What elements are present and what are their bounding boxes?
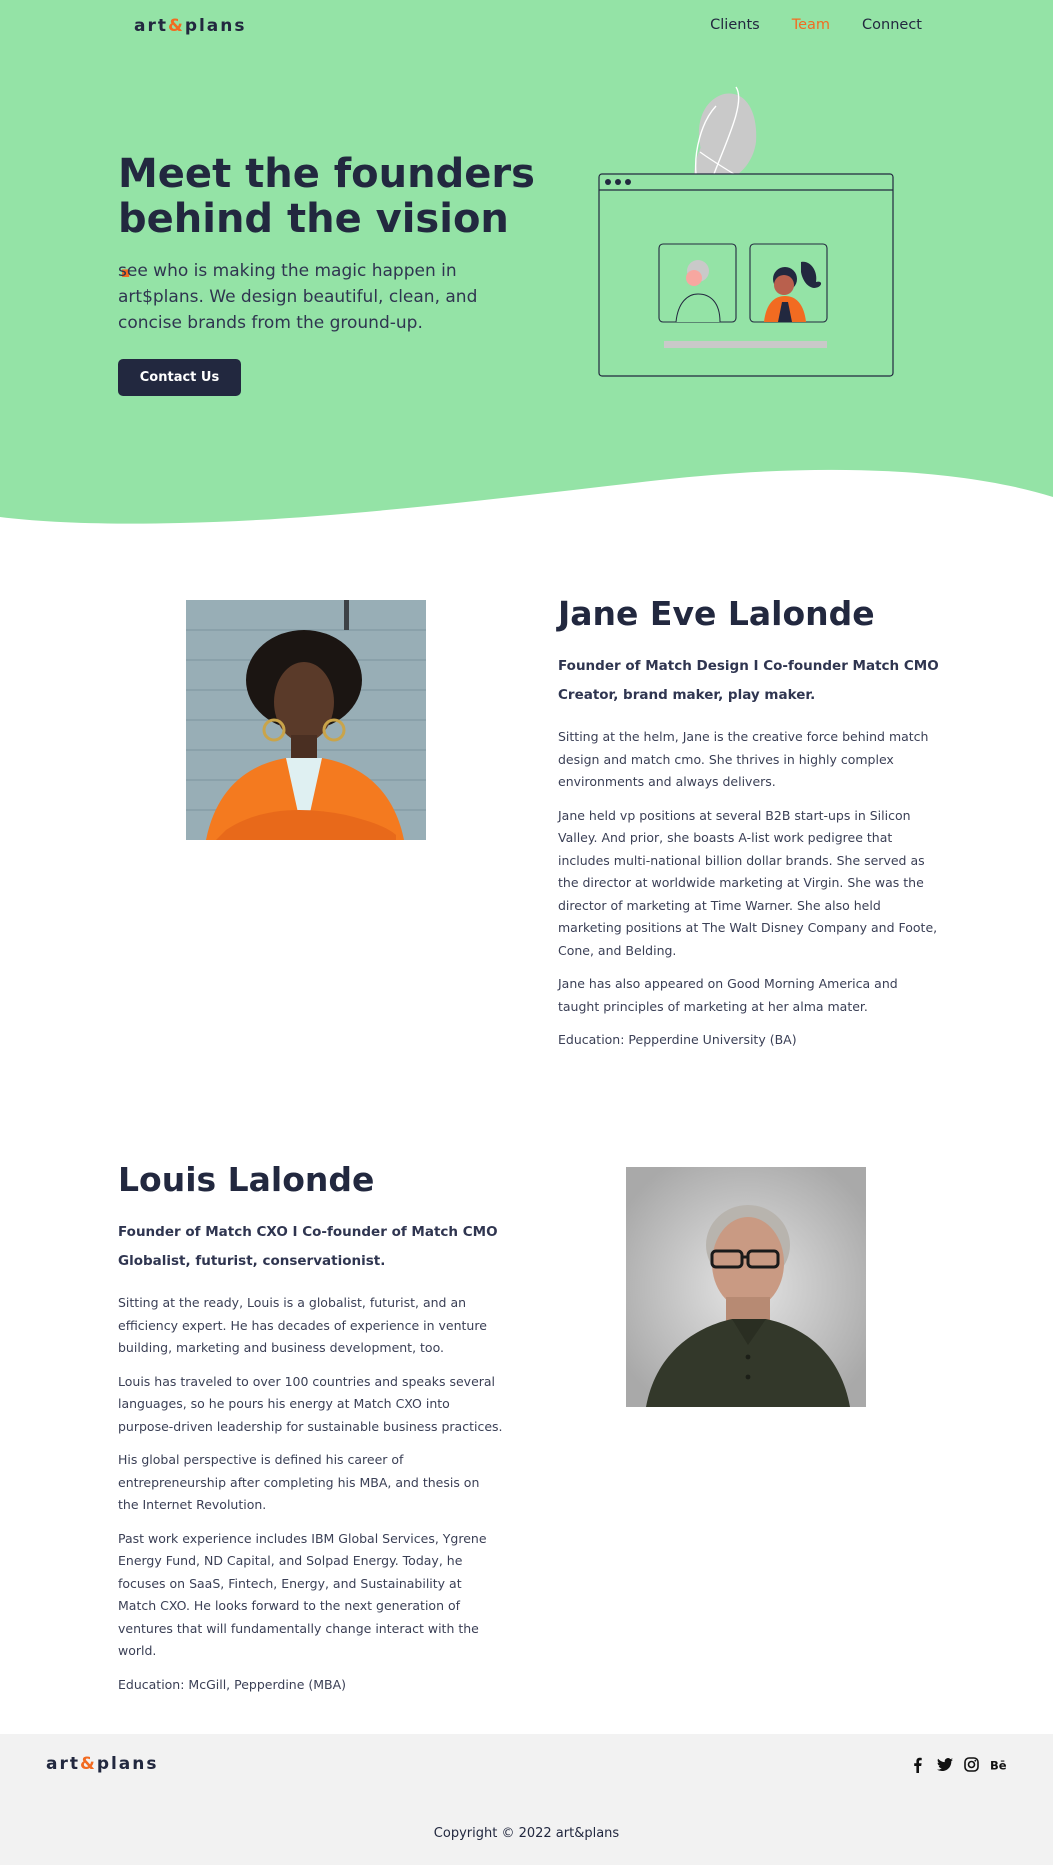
- hero-title-line1: Meet the founders: [118, 151, 535, 197]
- svg-text:Bē: Bē: [990, 1759, 1007, 1771]
- louis-photo: [626, 1167, 866, 1407]
- louis-name: Louis Lalonde: [118, 1160, 375, 1199]
- louis-bio-paragraph: His global perspective is defined his ca…: [118, 1452, 480, 1512]
- jane-bio: Sitting at the helm, Jane is the creativ…: [558, 726, 938, 1063]
- logo-text-start: art: [46, 1754, 80, 1774]
- hero-subtitle: see who is making the magic happen in ar…: [118, 261, 478, 333]
- leaf-decoration: [694, 86, 757, 175]
- louis-role-tagline: Globalist, futurist, conservationist.: [118, 1253, 386, 1269]
- logo-ampersand: &: [79, 1754, 97, 1774]
- louis-education: Education: McGill, Pepperdine (MBA): [118, 1676, 347, 1692]
- instagram-icon[interactable]: [963, 1756, 980, 1773]
- copyright-text: Copyright © 2022 art&plans: [433, 1826, 620, 1841]
- louis-role: Founder of Match CXO I Co-founder of Mat…: [118, 1218, 518, 1276]
- footer-logo[interactable]: art&plans: [46, 1754, 159, 1774]
- jane-photo: [186, 600, 426, 840]
- louis-bio-paragraph: Past work experience includes IBM Global…: [118, 1530, 487, 1659]
- video-call-illustration: [598, 86, 894, 377]
- louis-role-title: Founder of Match CXO I Co-founder of Mat…: [118, 1224, 498, 1240]
- behance-icon[interactable]: Bē: [990, 1756, 1007, 1773]
- contact-us-button[interactable]: Contact Us: [118, 359, 241, 396]
- jane-bio-paragraph: Jane has also appeared on Good Morning A…: [558, 976, 898, 1014]
- hero-title-line2: behind the vision: [118, 196, 509, 242]
- nav-clients[interactable]: Clients: [710, 17, 760, 33]
- jane-role-tagline: Creator, brand maker, play maker.: [558, 687, 816, 703]
- jane-name: Jane Eve Lalonde: [558, 594, 875, 633]
- louis-bio: Sitting at the ready, Louis is a globali…: [118, 1292, 503, 1707]
- footer: art&plans Bē Copyright © 2022 art&plans: [0, 1734, 1053, 1865]
- jane-role-title: Founder of Match Design I Co-founder Mat…: [558, 658, 939, 674]
- louis-bio-paragraph: Louis has traveled to over 100 countries…: [118, 1373, 503, 1434]
- hero-section: art&plans Clients Team Connect Meet the …: [0, 0, 1053, 530]
- jane-bio-paragraph: Jane held vp positions at several B2B st…: [558, 807, 938, 958]
- nav-team[interactable]: Team: [792, 17, 830, 33]
- logo-text-end: plans: [96, 1754, 159, 1774]
- main-nav: Clients Team Connect: [678, 17, 922, 33]
- logo-text-end: plans: [184, 16, 247, 36]
- jane-role: Founder of Match Design I Co-founder Mat…: [558, 652, 958, 710]
- social-links: Bē: [909, 1756, 1007, 1773]
- logo-text-start: art: [134, 16, 168, 36]
- jane-education: Education: Pepperdine University (BA): [558, 1032, 797, 1047]
- logo-ampersand: &: [167, 16, 185, 36]
- jane-bio-paragraph: Sitting at the helm, Jane is the creativ…: [558, 729, 929, 789]
- twitter-icon[interactable]: [936, 1756, 953, 1773]
- nav-connect[interactable]: Connect: [862, 17, 922, 33]
- facebook-icon[interactable]: [909, 1756, 926, 1773]
- louis-bio-paragraph: Sitting at the ready, Louis is a globali…: [118, 1295, 487, 1355]
- header-logo[interactable]: art&plans: [134, 16, 247, 36]
